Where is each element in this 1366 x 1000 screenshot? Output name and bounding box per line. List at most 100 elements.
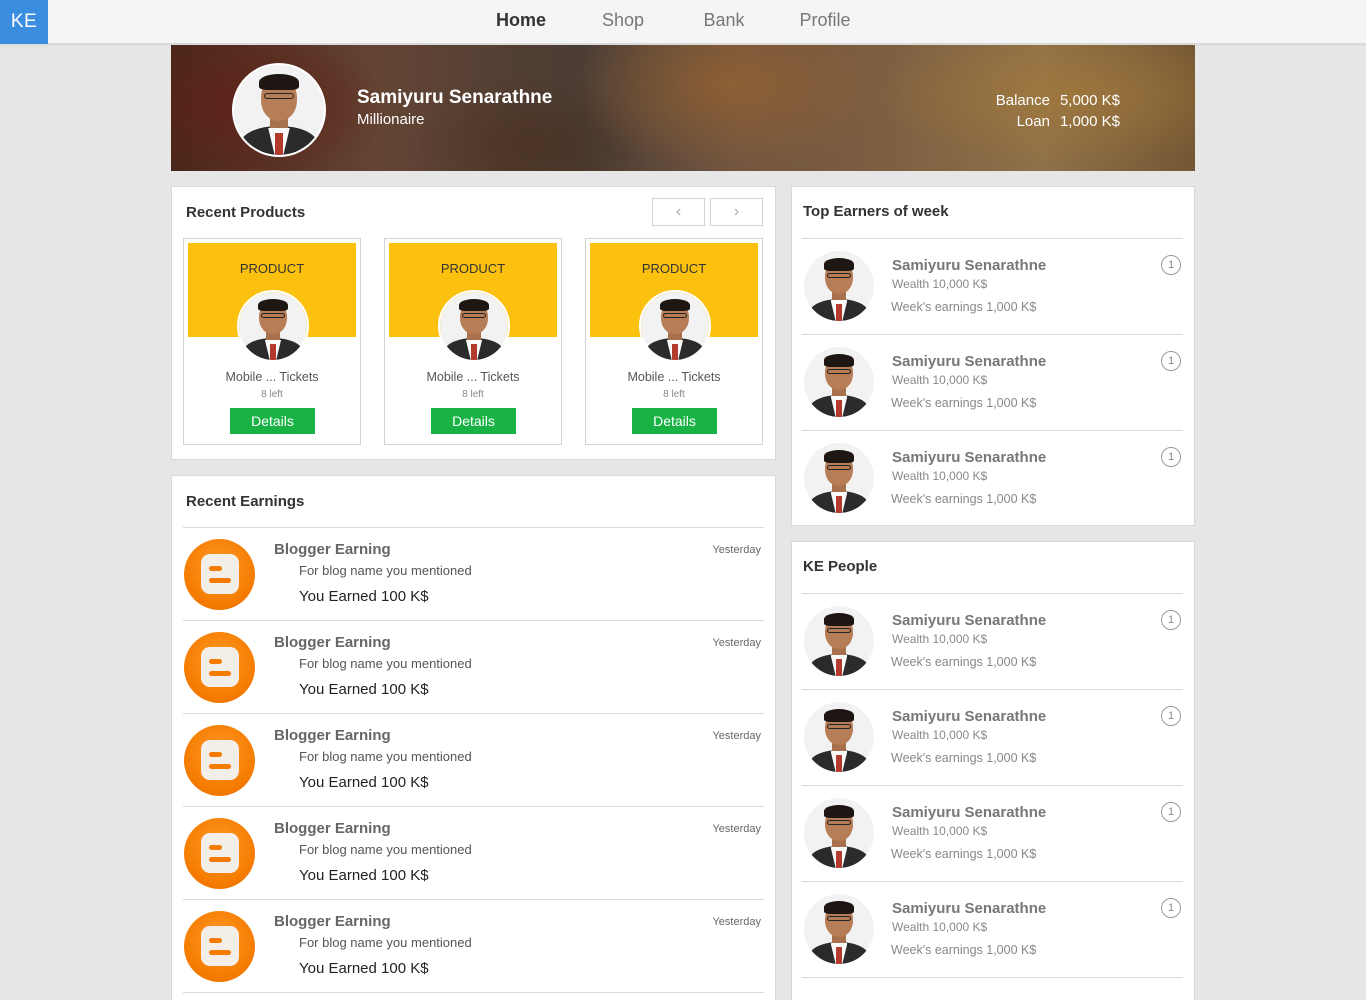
- product-stock: 8 left: [261, 389, 283, 400]
- product-tag: PRODUCT: [641, 261, 707, 276]
- product-details-button[interactable]: Details: [431, 408, 516, 434]
- earner-week-earnings: Week's earnings 1,000 K$: [891, 300, 1037, 314]
- people-divider: [802, 977, 1183, 978]
- earning-time: Yesterday: [712, 637, 761, 649]
- product-name: Mobile ... Tickets: [426, 370, 520, 384]
- earning-amount: You Earned 100 K$: [299, 867, 429, 884]
- earner-name: Samiyuru Senarathne: [892, 449, 1047, 466]
- earning-item[interactable]: Blogger Earning For blog name you mentio…: [183, 806, 764, 899]
- earner-row[interactable]: Samiyuru Senarathne Wealth 10,000 K$ Wee…: [802, 334, 1183, 430]
- person-name: Samiyuru Senarathne: [892, 804, 1047, 821]
- product-details-button[interactable]: Details: [230, 408, 315, 434]
- earning-item[interactable]: Blogger Earning For blog name you mentio…: [183, 713, 764, 806]
- rank-badge: 1: [1161, 447, 1181, 467]
- rank-badge: 1: [1161, 706, 1181, 726]
- nav-shop[interactable]: Shop: [578, 10, 668, 31]
- person-row[interactable]: Samiyuru Senarathne Wealth 10,000 K$ Wee…: [802, 689, 1183, 785]
- product-tag: PRODUCT: [440, 261, 506, 276]
- profile-banner: Samiyuru Senarathne Millionaire Balance 5…: [171, 45, 1195, 171]
- person-week-earnings: Week's earnings 1,000 K$: [891, 655, 1037, 669]
- products-prev-button[interactable]: ‹: [652, 198, 705, 226]
- earner-avatar: [804, 347, 874, 417]
- earner-name: Samiyuru Senarathne: [892, 353, 1047, 370]
- earning-title: Blogger Earning: [274, 820, 391, 837]
- recent-earnings-title: Recent Earnings: [186, 493, 305, 510]
- person-week-earnings: Week's earnings 1,000 K$: [891, 847, 1037, 861]
- person-name: Samiyuru Senarathne: [892, 612, 1047, 629]
- earning-description: For blog name you mentioned: [299, 935, 472, 950]
- product-card[interactable]: PRODUCT Mobile ... Tickets 8 left Detail…: [384, 238, 562, 445]
- earner-name: Samiyuru Senarathne: [892, 257, 1047, 274]
- person-avatar: [804, 606, 874, 676]
- earning-description: For blog name you mentioned: [299, 563, 472, 578]
- person-week-earnings: Week's earnings 1,000 K$: [891, 751, 1037, 765]
- product-stock: 8 left: [462, 389, 484, 400]
- earner-avatar: [804, 443, 874, 513]
- person-row[interactable]: Samiyuru Senarathne Wealth 10,000 K$ Wee…: [802, 785, 1183, 881]
- earner-avatar: [804, 251, 874, 321]
- earning-description: For blog name you mentioned: [299, 842, 472, 857]
- person-wealth: Wealth 10,000 K$: [892, 920, 988, 934]
- earning-item[interactable]: Blogger Earning For blog name you mentio…: [183, 899, 764, 992]
- earning-title: Blogger Earning: [274, 541, 391, 558]
- person-row[interactable]: Samiyuru Senarathne Wealth 10,000 K$ Wee…: [802, 593, 1183, 689]
- earning-title: Blogger Earning: [274, 634, 391, 651]
- earning-amount: You Earned 100 K$: [299, 774, 429, 791]
- person-avatar: [804, 702, 874, 772]
- earning-title: Blogger Earning: [274, 727, 391, 744]
- profile-rank-title: Millionaire: [357, 111, 425, 128]
- loan-label: Loan: [1016, 113, 1050, 130]
- nav-home[interactable]: Home: [476, 10, 566, 31]
- earning-amount: You Earned 100 K$: [299, 960, 429, 977]
- products-next-button[interactable]: ›: [710, 198, 763, 226]
- rank-badge: 1: [1161, 351, 1181, 371]
- earnings-divider: [183, 992, 764, 993]
- person-wealth: Wealth 10,000 K$: [892, 728, 988, 742]
- nav-profile[interactable]: Profile: [780, 10, 870, 31]
- balance-label: Balance: [995, 92, 1050, 109]
- blogger-icon: [184, 911, 255, 982]
- recent-products-panel: Recent Products ‹ › PRODUCT Mobile ... T…: [171, 186, 776, 460]
- blogger-icon: [184, 632, 255, 703]
- product-avatar: [639, 290, 711, 362]
- rank-badge: 1: [1161, 255, 1181, 275]
- chevron-right-icon: ›: [733, 203, 740, 220]
- product-card[interactable]: PRODUCT Mobile ... Tickets 8 left Detail…: [183, 238, 361, 445]
- earning-description: For blog name you mentioned: [299, 656, 472, 671]
- profile-name: Samiyuru Senarathne: [357, 87, 553, 108]
- blogger-icon: [184, 539, 255, 610]
- earner-wealth: Wealth 10,000 K$: [892, 469, 988, 483]
- product-card[interactable]: PRODUCT Mobile ... Tickets 8 left Detail…: [585, 238, 763, 445]
- person-avatar: [804, 798, 874, 868]
- person-wealth: Wealth 10,000 K$: [892, 632, 988, 646]
- earning-time: Yesterday: [712, 544, 761, 556]
- main-nav: Home Shop Bank Profile: [0, 0, 1366, 44]
- profile-avatar[interactable]: [232, 63, 326, 157]
- blogger-icon: [184, 818, 255, 889]
- product-name: Mobile ... Tickets: [627, 370, 721, 384]
- earner-wealth: Wealth 10,000 K$: [892, 373, 988, 387]
- earning-item[interactable]: Blogger Earning For blog name you mentio…: [183, 527, 764, 620]
- earner-wealth: Wealth 10,000 K$: [892, 277, 988, 291]
- person-name: Samiyuru Senarathne: [892, 900, 1047, 917]
- earning-amount: You Earned 100 K$: [299, 588, 429, 605]
- person-avatar: [804, 894, 874, 964]
- earning-item[interactable]: Blogger Earning For blog name you mentio…: [183, 620, 764, 713]
- product-details-button[interactable]: Details: [632, 408, 717, 434]
- person-name: Samiyuru Senarathne: [892, 708, 1047, 725]
- blogger-icon: [184, 725, 255, 796]
- earner-row[interactable]: Samiyuru Senarathne Wealth 10,000 K$ Wee…: [802, 238, 1183, 334]
- earning-time: Yesterday: [712, 823, 761, 835]
- chevron-left-icon: ‹: [675, 203, 682, 220]
- earner-week-earnings: Week's earnings 1,000 K$: [891, 396, 1037, 410]
- ke-people-title: KE People: [803, 558, 878, 575]
- nav-bank[interactable]: Bank: [679, 10, 769, 31]
- product-name: Mobile ... Tickets: [225, 370, 319, 384]
- balance-value: 5,000 K$: [1059, 92, 1120, 109]
- earner-row[interactable]: Samiyuru Senarathne Wealth 10,000 K$ Wee…: [802, 430, 1183, 526]
- product-tag: PRODUCT: [239, 261, 305, 276]
- top-earners-panel: Top Earners of week Samiyuru Senarathne …: [791, 186, 1195, 526]
- person-row[interactable]: Samiyuru Senarathne Wealth 10,000 K$ Wee…: [802, 881, 1183, 977]
- earner-week-earnings: Week's earnings 1,000 K$: [891, 492, 1037, 506]
- person-wealth: Wealth 10,000 K$: [892, 824, 988, 838]
